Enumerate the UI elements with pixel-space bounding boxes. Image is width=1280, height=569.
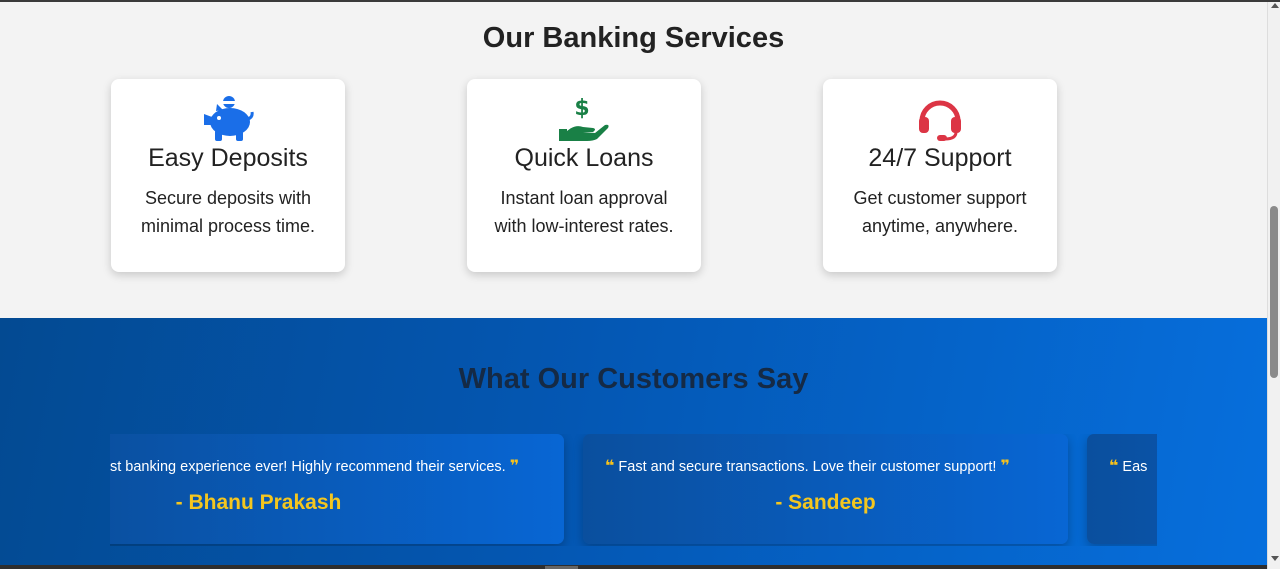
piggy-bank-icon [111, 95, 345, 143]
scroll-down-arrow-icon[interactable] [1271, 556, 1279, 561]
svg-text:$: $ [574, 96, 589, 121]
service-title: Easy Deposits [148, 144, 308, 172]
page-viewport: Our Banking Services Easy Deposits Secur… [0, 0, 1267, 569]
open-quote-icon: ❝ [605, 458, 615, 475]
service-description: Secure deposits with minimal process tim… [140, 188, 316, 236]
service-title: Quick Loans [514, 144, 654, 172]
service-description: Get customer support anytime, anywhere. [853, 188, 1027, 236]
close-quote-icon: ❞ [509, 458, 520, 475]
services-section: Our Banking Services Easy Deposits Secur… [0, 0, 1267, 318]
scroll-up-arrow-icon[interactable] [1271, 3, 1279, 8]
service-title: 24/7 Support [868, 144, 1012, 172]
testimonial-quote: ❝ Fast and secure transactions. Love the… [605, 458, 1010, 475]
service-card-loans: $ Quick Loans Instant loan approval with… [467, 79, 701, 272]
testimonial-quote: st banking experience ever! Highly recom… [110, 458, 520, 475]
testimonial-author: - Bhanu Prakash [175, 491, 342, 514]
testimonial-author: - Sandeep [775, 491, 876, 514]
testimonials-section: What Our Customers Say st banking experi… [0, 318, 1267, 569]
service-card-support: 24/7 Support Get customer support anytim… [823, 79, 1057, 272]
window-top-border [0, 0, 1280, 2]
service-card-deposits: Easy Deposits Secure deposits with minim… [111, 79, 345, 272]
vertical-scrollbar[interactable] [1267, 0, 1280, 569]
headset-icon [823, 95, 1057, 143]
services-title: Our Banking Services [482, 22, 785, 54]
close-quote-icon: ❞ [1000, 458, 1010, 475]
service-description: Instant loan approval with low-interest … [494, 188, 674, 236]
testimonial-card: ❝ Eas [1087, 434, 1157, 544]
testimonial-card: st banking experience ever! Highly recom… [110, 434, 564, 544]
testimonials-title: What Our Customers Say [458, 363, 809, 395]
open-quote-icon: ❝ [1109, 458, 1119, 475]
bottom-edge [0, 565, 1267, 569]
testimonial-quote: ❝ Eas [1109, 458, 1148, 475]
testimonial-card: ❝ Fast and secure transactions. Love the… [583, 434, 1068, 544]
testimonial-carousel[interactable]: st banking experience ever! Highly recom… [110, 434, 1157, 546]
scroll-thumb[interactable] [1270, 206, 1278, 378]
hand-holding-dollar-icon: $ [467, 95, 701, 143]
